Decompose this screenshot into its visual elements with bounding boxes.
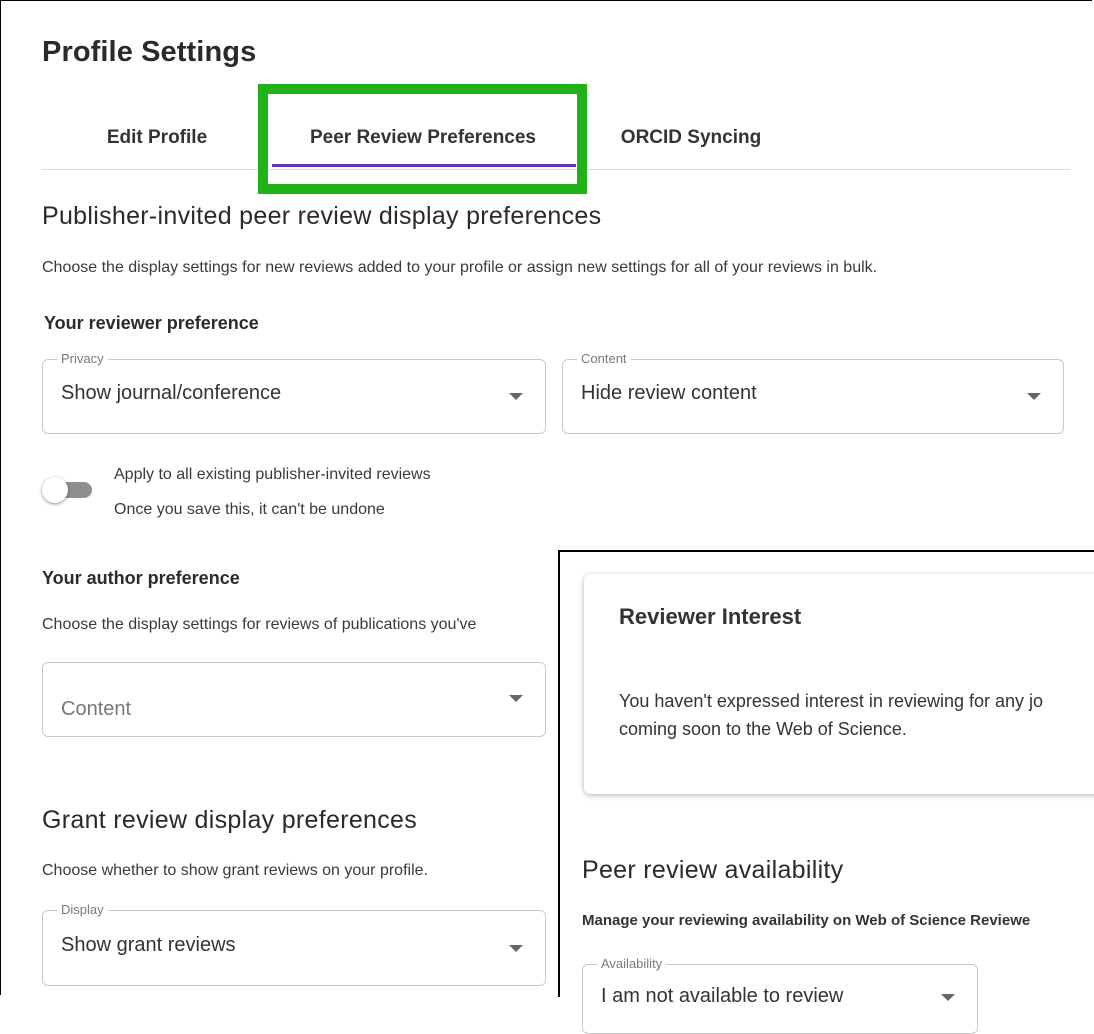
availability-section-description: Manage your reviewing availability on We… — [582, 912, 1031, 929]
caret-down-icon — [941, 994, 955, 1001]
publisher-section-title: Publisher-invited peer review display pr… — [42, 202, 602, 230]
caret-down-icon — [509, 945, 523, 952]
reviewer-interest-line-1: You haven't expressed interest in review… — [619, 691, 1044, 711]
caret-down-icon — [1027, 393, 1041, 400]
privacy-select-value: Show journal/conference — [61, 382, 282, 404]
overlay-screenshot-panel: Reviewer Interest You haven't expressed … — [558, 550, 1094, 1034]
grant-display-value: Show grant reviews — [61, 934, 236, 956]
page-title: Profile Settings — [42, 36, 257, 68]
content-select-legend: Content — [577, 351, 631, 366]
author-content-placeholder: Content — [61, 698, 132, 720]
tab-edit-profile[interactable]: Edit Profile — [42, 108, 272, 168]
author-preference-description: Choose the display settings for reviews … — [42, 616, 477, 633]
privacy-select[interactable]: Privacy Show journal/conference — [42, 351, 546, 434]
grant-display-select[interactable]: Display Show grant reviews — [42, 902, 546, 986]
grant-section-description: Choose whether to show grant reviews on … — [42, 862, 428, 879]
grant-display-legend: Display — [57, 902, 108, 917]
privacy-select-legend: Privacy — [57, 351, 108, 366]
tab-orcid-syncing[interactable]: ORCID Syncing — [576, 108, 806, 168]
reviewer-preference-heading: Your reviewer preference — [44, 313, 259, 333]
publisher-section-description: Choose the display settings for new revi… — [42, 259, 878, 276]
tab-bar: Edit Profile Peer Review Preferences ORC… — [42, 108, 1070, 170]
author-preference-heading: Your author preference — [42, 568, 240, 588]
grant-section-title: Grant review display preferences — [42, 806, 418, 834]
tab-peer-review-preferences[interactable]: Peer Review Preferences — [272, 108, 574, 168]
content-select-value: Hide review content — [581, 382, 757, 404]
content-select[interactable]: Content Hide review content — [562, 351, 1064, 434]
reviewer-interest-title: Reviewer Interest — [619, 604, 802, 629]
reviewer-interest-body: You haven't expressed interest in review… — [619, 687, 1079, 743]
reviewer-interest-line-2: coming soon to the Web of Science. — [619, 719, 907, 739]
reviewer-interest-card: Reviewer Interest You haven't expressed … — [584, 574, 1094, 794]
apply-all-note: Once you save this, it can't be undone — [114, 501, 385, 518]
apply-all-label: Apply to all existing publisher-invited … — [114, 466, 431, 483]
author-content-select[interactable]: Content — [42, 662, 546, 737]
caret-down-icon — [509, 695, 523, 702]
active-tab-indicator — [272, 164, 576, 167]
caret-down-icon — [509, 393, 523, 400]
toggle-knob — [42, 477, 68, 503]
availability-section-title: Peer review availability — [582, 856, 844, 884]
apply-all-toggle[interactable] — [42, 475, 94, 503]
availability-select[interactable]: Availability I am not available to revie… — [582, 956, 978, 1034]
availability-legend: Availability — [597, 956, 667, 971]
tabs-divider — [42, 169, 1070, 170]
